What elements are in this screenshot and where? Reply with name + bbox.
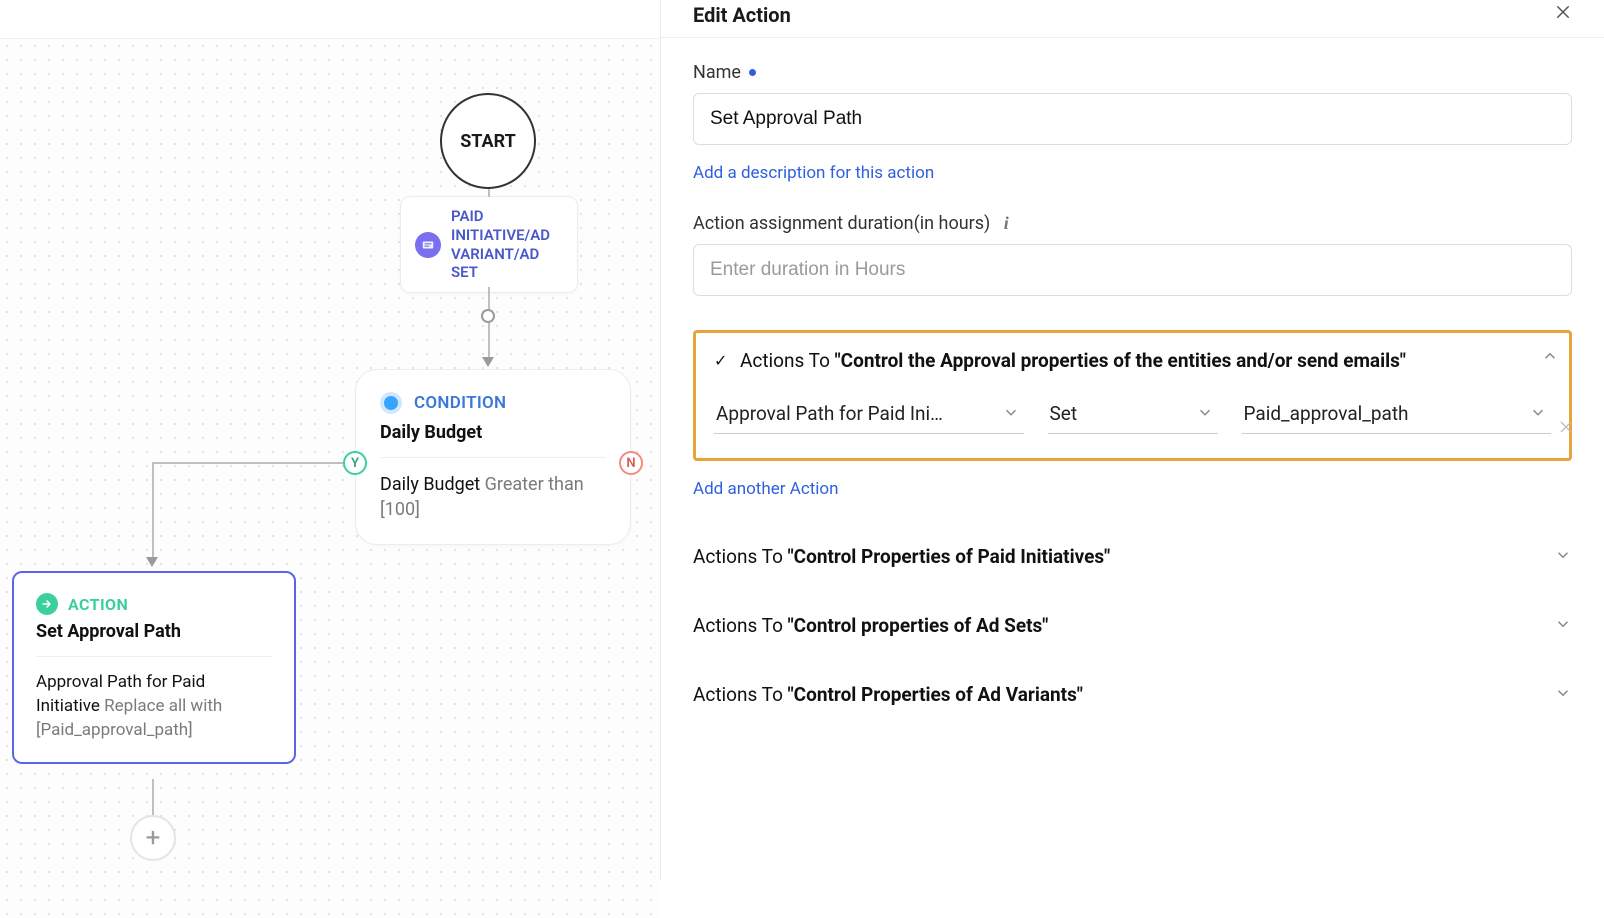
chevron-down-icon — [1554, 684, 1572, 706]
add-node-button[interactable]: + — [130, 815, 176, 861]
entity-text: PAID INITIATIVE/AD VARIANT/AD SET — [451, 207, 567, 282]
action-node[interactable]: ACTION Set Approval Path Approval Path f… — [12, 571, 296, 764]
collapse-icon[interactable] — [1541, 347, 1559, 369]
edit-action-panel: Edit Action Name Add a description for t… — [660, 0, 1604, 880]
connector — [152, 779, 154, 815]
chevron-down-icon — [1529, 403, 1547, 426]
condition-icon — [375, 387, 406, 418]
check-icon: ✓ — [714, 351, 730, 370]
connector — [488, 189, 490, 197]
yes-badge[interactable]: Y — [343, 451, 367, 475]
name-label: Name — [693, 62, 1572, 83]
start-node[interactable]: START — [440, 93, 536, 189]
condition-label: CONDITION — [414, 393, 506, 413]
no-badge[interactable]: N — [619, 451, 643, 475]
info-icon[interactable]: i — [998, 216, 1014, 232]
divider — [380, 457, 606, 458]
actions-approval-section: ✓ Actions To "Control the Approval prope… — [693, 330, 1572, 461]
action-value-select[interactable]: Paid_approval_path — [1242, 396, 1552, 434]
panel-title: Edit Action — [693, 3, 791, 27]
chevron-down-icon — [1554, 615, 1572, 637]
required-dot-icon — [749, 69, 756, 76]
action-property-select[interactable]: Approval Path for Paid Ini… — [714, 396, 1024, 434]
actions-ad-sets-section[interactable]: Actions To "Control properties of Ad Set… — [693, 614, 1572, 637]
action-icon — [36, 593, 58, 615]
remove-row-icon[interactable] — [1558, 416, 1574, 440]
close-icon[interactable] — [1554, 2, 1572, 27]
section-title: Actions To "Control the Approval propert… — [740, 349, 1406, 372]
chevron-down-icon — [1554, 546, 1572, 568]
chevron-down-icon — [1002, 403, 1020, 426]
condition-node[interactable]: CONDITION Daily Budget Daily Budget Grea… — [355, 369, 631, 545]
action-operator-select[interactable]: Set — [1048, 396, 1218, 434]
condition-field: Daily Budget — [380, 474, 480, 495]
arrow-down-icon — [146, 557, 158, 567]
condition-detail: Daily Budget Greater than [100] — [380, 472, 606, 522]
action-label: ACTION — [68, 595, 128, 614]
workflow-canvas[interactable]: START PAID INITIATIVE/AD VARIANT/AD SET … — [0, 38, 660, 918]
condition-title: Daily Budget — [380, 422, 606, 443]
duration-input[interactable] — [693, 244, 1572, 296]
entity-chip[interactable]: PAID INITIATIVE/AD VARIANT/AD SET — [400, 196, 578, 293]
chevron-down-icon — [1196, 403, 1214, 426]
divider — [36, 656, 272, 657]
action-title: Set Approval Path — [36, 621, 272, 642]
entity-icon — [415, 232, 441, 258]
arrow-down-icon — [482, 357, 494, 367]
name-input[interactable] — [693, 93, 1572, 145]
add-another-action-link[interactable]: Add another Action — [693, 479, 839, 499]
actions-paid-initiatives-section[interactable]: Actions To "Control Properties of Paid I… — [693, 545, 1572, 568]
actions-ad-variants-section[interactable]: Actions To "Control Properties of Ad Var… — [693, 683, 1572, 706]
connector — [152, 462, 343, 464]
connector — [488, 323, 490, 357]
connector — [152, 462, 154, 558]
connector — [488, 287, 490, 309]
connector-node — [481, 309, 495, 323]
action-detail: Approval Path for Paid Initiative Replac… — [36, 671, 272, 742]
start-label: START — [460, 131, 516, 152]
add-description-link[interactable]: Add a description for this action — [693, 163, 934, 183]
duration-label: Action assignment duration(in hours) i — [693, 213, 1572, 234]
